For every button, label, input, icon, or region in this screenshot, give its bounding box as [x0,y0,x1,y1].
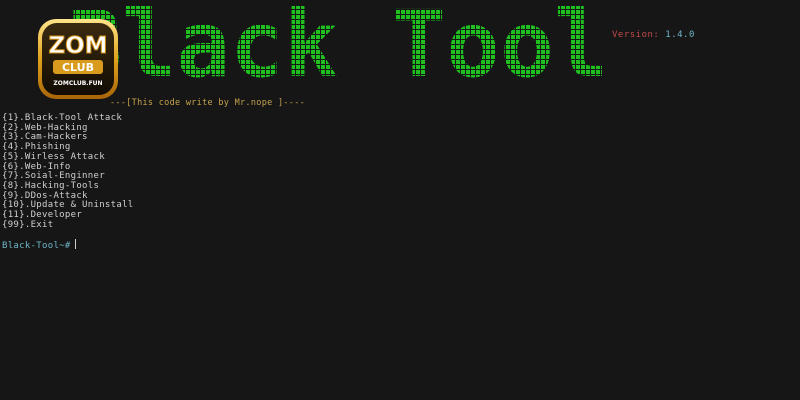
command-prompt[interactable]: Black-Tool~# [2,239,76,251]
logo-line-zom: ZOM [48,33,107,59]
text-cursor [74,239,76,249]
terminal-window[interactable]: Black Tool Version: 1.4.0 ---[This code … [0,0,800,400]
zomclub-logo: ZOM CLUB ZOMCLUB.FUN [37,18,119,100]
author-credit: ---[This code write by Mr.nope ]---- [110,98,306,108]
menu-item-exit: {99}.Exit [2,219,54,230]
version-value: 1.4.0 [665,30,695,40]
banner-title: Black Tool [68,0,608,86]
version-key: Version: [612,30,660,40]
ascii-banner: Black Tool [56,0,616,86]
logo-line-club: CLUB [62,61,94,74]
prompt-text: Black-Tool~# [2,241,71,251]
logo-line-domain: ZOMCLUB.FUN [53,80,102,87]
version-label: Version: 1.4.0 [612,30,695,40]
main-menu: {1}.Black-Tool Attack {2}.Web-Hacking {3… [2,113,134,230]
